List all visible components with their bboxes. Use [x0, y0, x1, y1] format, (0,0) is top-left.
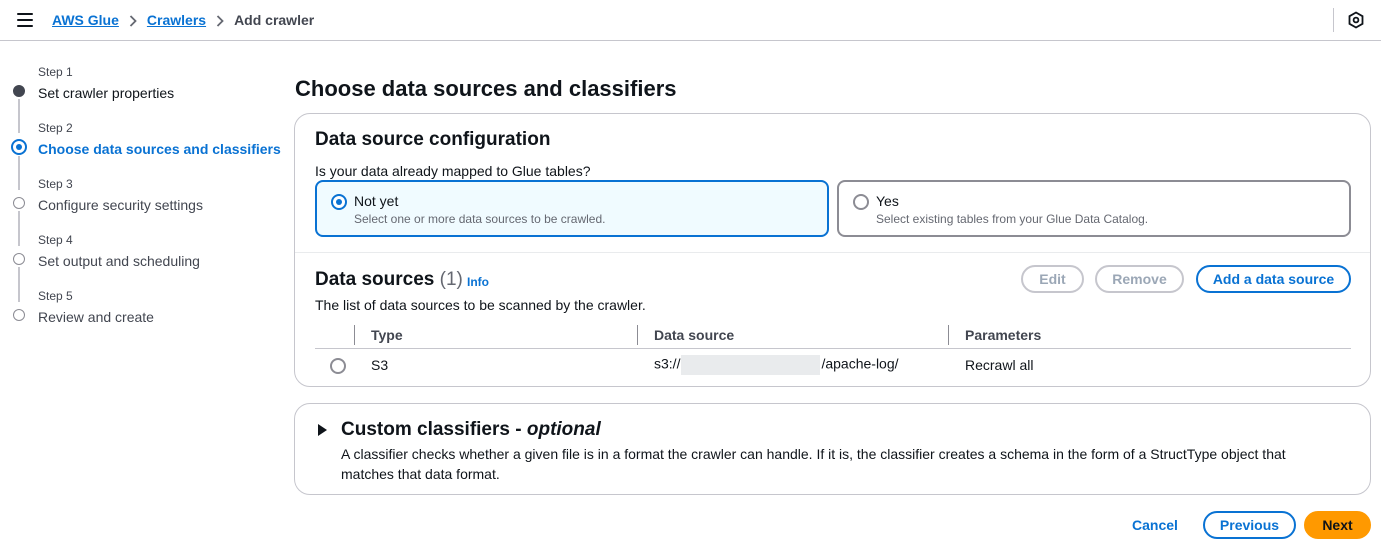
chevron-right-icon — [216, 13, 224, 27]
custom-classifiers-heading[interactable]: Custom classifiers - optional — [341, 419, 601, 441]
step-title: Configure security settings — [38, 197, 203, 213]
cell-data-source: s3:// /apache-log/ — [654, 355, 899, 375]
step-1: Step 1 Set crawler properties — [38, 65, 174, 101]
step-3: Step 3 Configure security settings — [38, 177, 203, 213]
step-4: Step 4 Set output and scheduling — [38, 233, 200, 269]
chevron-right-icon — [129, 13, 137, 27]
step-5: Step 5 Review and create — [38, 289, 154, 325]
option-label: Not yet — [354, 193, 399, 209]
step-title[interactable]: Set crawler properties — [38, 85, 174, 101]
option-yes-tile[interactable]: Yes Select existing tables from your Glu… — [837, 180, 1351, 237]
data-sources-heading: Data sources (1) — [315, 269, 463, 291]
next-button[interactable]: Next — [1304, 511, 1371, 539]
custom-classifiers-panel: Custom classifiers - optional A classifi… — [294, 403, 1371, 495]
classifiers-optional: optional — [526, 419, 601, 440]
info-link[interactable]: Info — [467, 275, 489, 289]
step-3-indicator — [13, 197, 25, 209]
table-header-border — [315, 348, 1351, 349]
data-sources-title: Data sources — [315, 269, 435, 290]
add-data-source-button[interactable]: Add a data source — [1196, 265, 1351, 293]
section-divider — [295, 252, 1370, 253]
mapping-question: Is your data already mapped to Glue tabl… — [315, 163, 591, 179]
column-header-parameters[interactable]: Parameters — [965, 321, 1041, 349]
settings-hexagon-icon[interactable] — [1347, 11, 1365, 29]
data-source-prefix: s3:// — [654, 355, 681, 372]
option-label: Yes — [876, 193, 899, 209]
breadcrumb: AWS Glue Crawlers Add crawler — [52, 12, 314, 28]
breadcrumb-current: Add crawler — [234, 12, 315, 28]
classifiers-description: A classifier checks whether a given file… — [341, 446, 1286, 482]
cancel-button[interactable]: Cancel — [1123, 511, 1187, 539]
step-title: Review and create — [38, 309, 154, 325]
option-description: Select existing tables from your Glue Da… — [876, 212, 1149, 226]
step-number: Step 1 — [38, 65, 73, 79]
radio-not-yet[interactable] — [331, 194, 347, 210]
page-title: Choose data sources and classifiers — [295, 76, 677, 101]
breadcrumb-aws-glue[interactable]: AWS Glue — [52, 12, 119, 28]
column-divider — [354, 325, 355, 345]
remove-button[interactable]: Remove — [1095, 265, 1184, 293]
data-source-panel: Data source configuration Is your data a… — [294, 113, 1371, 387]
topbar-divider — [1333, 8, 1334, 32]
classifiers-title: Custom classifiers - — [341, 419, 522, 440]
column-header-data-source[interactable]: Data source — [654, 321, 734, 349]
radio-yes[interactable] — [853, 194, 869, 210]
row-select-radio[interactable] — [330, 358, 346, 374]
breadcrumb-crawlers[interactable]: Crawlers — [147, 12, 206, 28]
caret-right-icon[interactable] — [318, 424, 327, 436]
step-2-indicator — [11, 139, 27, 155]
column-header-type[interactable]: Type — [371, 321, 403, 349]
top-bar: AWS Glue Crawlers Add crawler — [0, 0, 1381, 41]
step-connector — [18, 99, 20, 133]
step-5-indicator — [13, 309, 25, 321]
data-sources-count: (1) — [439, 269, 463, 290]
step-number: Step 2 — [38, 121, 73, 135]
hamburger-menu-icon[interactable] — [17, 13, 33, 27]
column-divider — [637, 325, 638, 345]
option-not-yet-tile[interactable]: Not yet Select one or more data sources … — [315, 180, 829, 237]
redacted-bucket-name — [681, 355, 821, 375]
option-description: Select one or more data sources to be cr… — [354, 212, 606, 226]
data-sources-description: The list of data sources to be scanned b… — [315, 297, 646, 313]
step-1-indicator — [13, 85, 25, 97]
cell-type: S3 — [371, 357, 389, 373]
step-title: Set output and scheduling — [38, 253, 200, 269]
step-connector — [18, 211, 20, 246]
edit-button[interactable]: Edit — [1021, 265, 1084, 293]
step-2: Step 2 Choose data sources and classifie… — [38, 121, 281, 157]
step-connector — [18, 267, 20, 302]
step-title: Choose data sources and classifiers — [38, 141, 281, 157]
cell-parameters: Recrawl all — [965, 357, 1034, 373]
data-source-suffix: /apache-log/ — [821, 355, 899, 372]
step-connector — [18, 156, 20, 190]
step-number: Step 3 — [38, 177, 73, 191]
step-4-indicator — [13, 253, 25, 265]
column-divider — [948, 325, 949, 345]
previous-button[interactable]: Previous — [1203, 511, 1296, 539]
step-number: Step 4 — [38, 233, 73, 247]
config-heading: Data source configuration — [315, 129, 551, 150]
step-number: Step 5 — [38, 289, 73, 303]
